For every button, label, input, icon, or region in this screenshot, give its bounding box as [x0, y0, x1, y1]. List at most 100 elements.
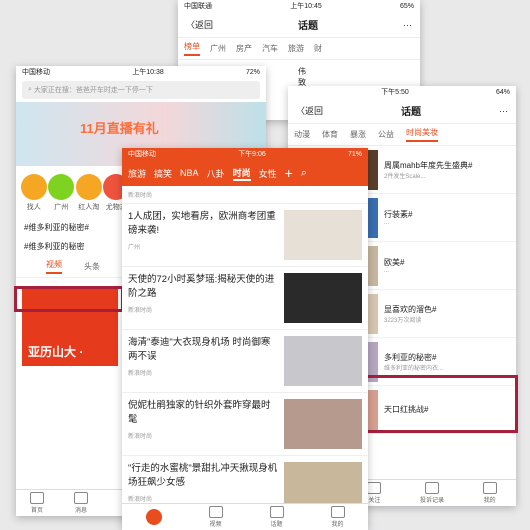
- topic-sub: 维多利亚的秘密内衣...: [384, 365, 444, 372]
- time: 下午5:50: [381, 89, 409, 96]
- topic-sub: 3223万次阅读: [384, 317, 422, 324]
- tab-follow[interactable]: 关注: [367, 482, 382, 504]
- tab[interactable]: 时尚: [232, 166, 251, 181]
- tab-label: 首页: [30, 508, 43, 514]
- tab-label: 话题: [270, 522, 283, 528]
- news-title: 1人成团，实地看房，欧洲商考团重磅来袭!: [128, 211, 276, 236]
- tab[interactable]: NBA: [180, 168, 199, 178]
- page-title: 话题: [401, 107, 421, 118]
- app-logo-icon: [145, 509, 162, 525]
- news-title: 倪妮杜鹃独家的针织外套昨穿最时髦: [128, 400, 271, 425]
- news-meta: 新浪时尚: [128, 308, 153, 314]
- tab[interactable]: 旅游: [128, 167, 146, 180]
- nav-bar: 〈返回 话题 ···: [288, 98, 516, 124]
- tab-headline[interactable]: 头条: [84, 261, 100, 272]
- time: 上午10:38: [132, 69, 164, 76]
- user-icon: [330, 506, 345, 518]
- battery: 71%: [347, 150, 362, 158]
- tab-video[interactable]: 视频: [208, 506, 223, 528]
- tab[interactable]: 公益: [378, 129, 394, 140]
- battery: 72%: [245, 68, 260, 76]
- battery: 65%: [399, 2, 414, 10]
- status-bar: 中国移动 上午10:38 72%: [16, 66, 266, 78]
- heart-icon: [367, 482, 382, 494]
- topic-text: #维多利亚的秘密#: [24, 223, 89, 232]
- shop-icon: [75, 174, 102, 200]
- tab-topic[interactable]: 话题: [269, 506, 284, 528]
- more-button[interactable]: ···: [499, 106, 508, 116]
- topic-title: 多利亚的秘密#: [384, 352, 437, 362]
- status-bar: 中国移动 下午9:06 71%: [122, 148, 368, 160]
- tab[interactable]: 财: [314, 43, 322, 54]
- tab[interactable]: 汽车: [262, 43, 278, 54]
- topic-icon: [269, 506, 284, 518]
- topic-row[interactable]: 欧美#...: [348, 242, 516, 290]
- topic-tabs: 动漫 体育 暴涨 公益 时尚美妆: [288, 124, 516, 146]
- tab[interactable]: 时尚美妆: [406, 127, 438, 142]
- time: 下午9:06: [238, 151, 266, 158]
- tab-label: 我的: [483, 498, 496, 504]
- carrier: 中国联通: [184, 3, 212, 10]
- news-item[interactable]: 天使的72小时奚梦瑶:揭秘天使的进阶之路 新浪时尚: [122, 267, 368, 330]
- tab[interactable]: 房产: [236, 43, 252, 54]
- tab[interactable]: 体育: [322, 129, 338, 140]
- tab-home[interactable]: [145, 509, 162, 525]
- tab-video[interactable]: 视频: [46, 259, 62, 274]
- tab-label: 视频: [209, 522, 222, 528]
- app-header: 中国移动 下午9:06 71% 旅游 搞笑 NBA 八卦 时尚 女性 + ⌕: [122, 148, 368, 186]
- news-item[interactable]: 1人成团，实地看房，欧洲商考团重磅来袭! 广州: [122, 204, 368, 267]
- tab[interactable]: 旅游: [288, 43, 304, 54]
- shortcut-find-people[interactable]: 找人: [20, 174, 47, 212]
- news-item[interactable]: 海清"泰迪"大衣现身机场 时尚御寒两不误新浪时尚: [122, 330, 368, 393]
- status-bar: 下午5:50 64%: [288, 86, 516, 98]
- news-meta: 广州: [128, 245, 141, 251]
- news-title: 海清"泰迪"大衣现身机场 时尚御寒两不误: [128, 337, 271, 362]
- shortcut-label: 找人: [26, 204, 41, 211]
- add-icon[interactable]: +: [285, 165, 293, 181]
- news-image: [284, 273, 362, 323]
- highlight-box: [352, 375, 518, 433]
- topic-title: 欧美#: [384, 258, 405, 267]
- news-item[interactable]: 倪妮杜鹃独家的针织外套昨穿最时髦新浪时尚: [122, 393, 368, 456]
- topic-row[interactable]: 周属mahb年度先生盛典# 2件发生Scale...: [348, 146, 516, 194]
- video-icon: [208, 506, 223, 518]
- tab[interactable]: 暴涨: [350, 129, 366, 140]
- channel-tabs: 旅游 搞笑 NBA 八卦 时尚 女性 + ⌕: [122, 160, 368, 186]
- shortcut-influencer[interactable]: 红人淘: [75, 174, 102, 212]
- battery: 64%: [495, 88, 510, 96]
- tab-label: 消息: [74, 508, 87, 514]
- tab[interactable]: 榜单: [184, 41, 200, 56]
- tab-messages[interactable]: 消息: [74, 492, 88, 514]
- nav-bar: 〈返回 话题 ···: [178, 12, 420, 38]
- people-icon: [20, 174, 47, 200]
- shortcut-guangzhou[interactable]: 广州: [48, 174, 75, 212]
- tab-me[interactable]: 我的: [482, 482, 497, 504]
- news-meta: 新浪时尚: [128, 371, 153, 377]
- search-placeholder: 大家正在搜：爸爸开车时走一下停一下: [33, 87, 153, 94]
- city-icon: [48, 174, 75, 200]
- shortcut-label: 红人淘: [78, 204, 100, 211]
- phone-front: 中国移动 下午9:06 71% 旅游 搞笑 NBA 八卦 时尚 女性 + ⌕ 新…: [122, 148, 368, 530]
- tab[interactable]: 搞笑: [154, 167, 172, 180]
- search-icon[interactable]: ⌕: [301, 167, 307, 180]
- tab-record[interactable]: 投诉记录: [420, 482, 444, 504]
- tab[interactable]: 广州: [210, 43, 226, 54]
- news-title: "行走的水蜜桃"景甜扎冲天揪现身机场狂飙少女感: [128, 463, 278, 488]
- news-meta: 新浪时尚: [128, 434, 153, 440]
- topic-tabs: 榜单 广州 房产 汽车 旅游 财: [178, 38, 420, 60]
- tab-label: 关注: [368, 498, 381, 504]
- topic-row[interactable]: 显喜欢的溜色# 3223万次阅读: [348, 290, 516, 338]
- topic-row[interactable]: 行装素#...: [348, 194, 516, 242]
- news-image: [284, 210, 362, 260]
- tab-me[interactable]: 我的: [330, 506, 345, 528]
- tab[interactable]: 女性: [259, 167, 277, 180]
- tab[interactable]: 动漫: [294, 129, 310, 140]
- tab-bar: 视频 话题 我的: [122, 503, 368, 530]
- search-input[interactable]: ⌕ 大家正在搜：爸爸开车时走一下停一下: [22, 81, 260, 99]
- tab[interactable]: 八卦: [207, 167, 225, 180]
- back-button[interactable]: 〈返回: [186, 18, 213, 31]
- tab-home[interactable]: 首页: [30, 492, 44, 514]
- shortcut-icons: 找人 广州 红人淘 尤物志: [16, 168, 134, 218]
- back-button[interactable]: 〈返回: [296, 104, 323, 117]
- more-button[interactable]: ···: [403, 20, 412, 30]
